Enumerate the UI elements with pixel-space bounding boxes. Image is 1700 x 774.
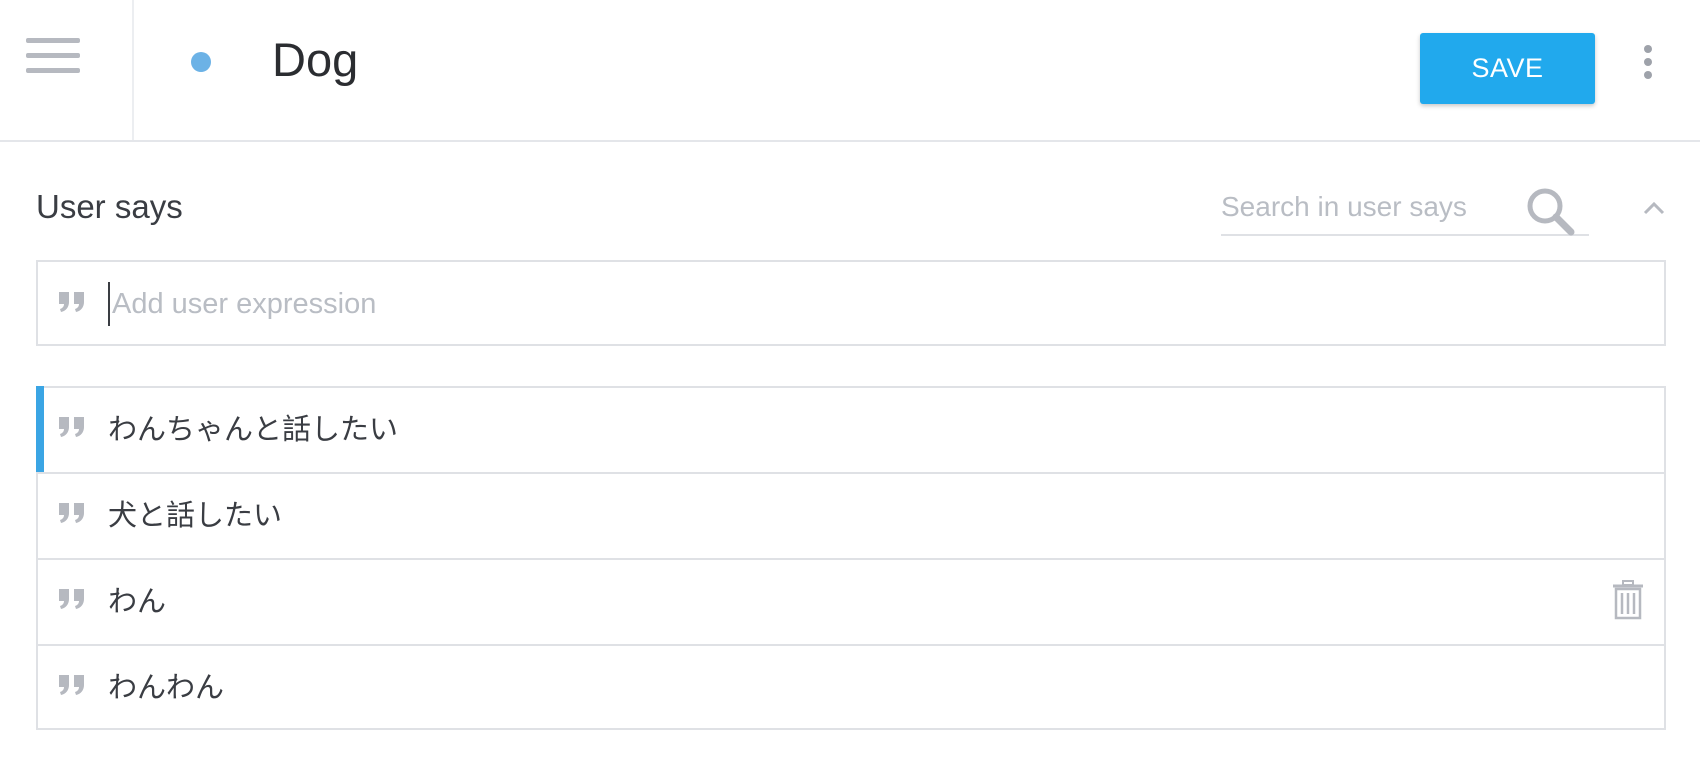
search-input[interactable]	[1221, 184, 1511, 230]
save-button[interactable]: SAVE	[1420, 33, 1595, 104]
quote-icon	[59, 589, 84, 609]
search-icon[interactable]	[1525, 186, 1577, 238]
user-says-title: User says	[36, 188, 183, 225]
trash-icon[interactable]	[1612, 580, 1644, 620]
status-dot	[191, 52, 211, 72]
quote-icon	[59, 292, 84, 312]
expression-text: 犬と話したい	[108, 498, 283, 532]
expression-text: わん	[108, 584, 167, 618]
quote-icon	[59, 417, 84, 437]
expression-row[interactable]: わんちゃんと話したい	[36, 386, 1664, 474]
expression-row[interactable]: わん	[38, 560, 1664, 646]
expression-list: わんちゃんと話したい 犬と話したい わん わんわん	[36, 386, 1666, 730]
more-options-button[interactable]	[1634, 40, 1662, 84]
add-expression-box	[36, 260, 1666, 346]
quote-icon	[59, 675, 84, 695]
expression-row[interactable]: わんわん	[38, 646, 1664, 728]
search-field	[1221, 184, 1589, 236]
expression-text: わんわん	[108, 670, 225, 704]
expression-text: わんちゃんと話したい	[108, 412, 399, 446]
header-bar: Dog SAVE	[0, 0, 1700, 142]
chevron-up-icon[interactable]	[1642, 200, 1666, 216]
more-vertical-icon	[1644, 45, 1652, 79]
expression-row[interactable]: 犬と話したい	[38, 474, 1664, 560]
intent-title: Dog	[272, 33, 359, 86]
hamburger-icon	[26, 38, 80, 73]
quote-icon	[59, 503, 84, 523]
add-expression-input[interactable]	[108, 282, 1632, 326]
menu-button[interactable]	[0, 0, 134, 140]
